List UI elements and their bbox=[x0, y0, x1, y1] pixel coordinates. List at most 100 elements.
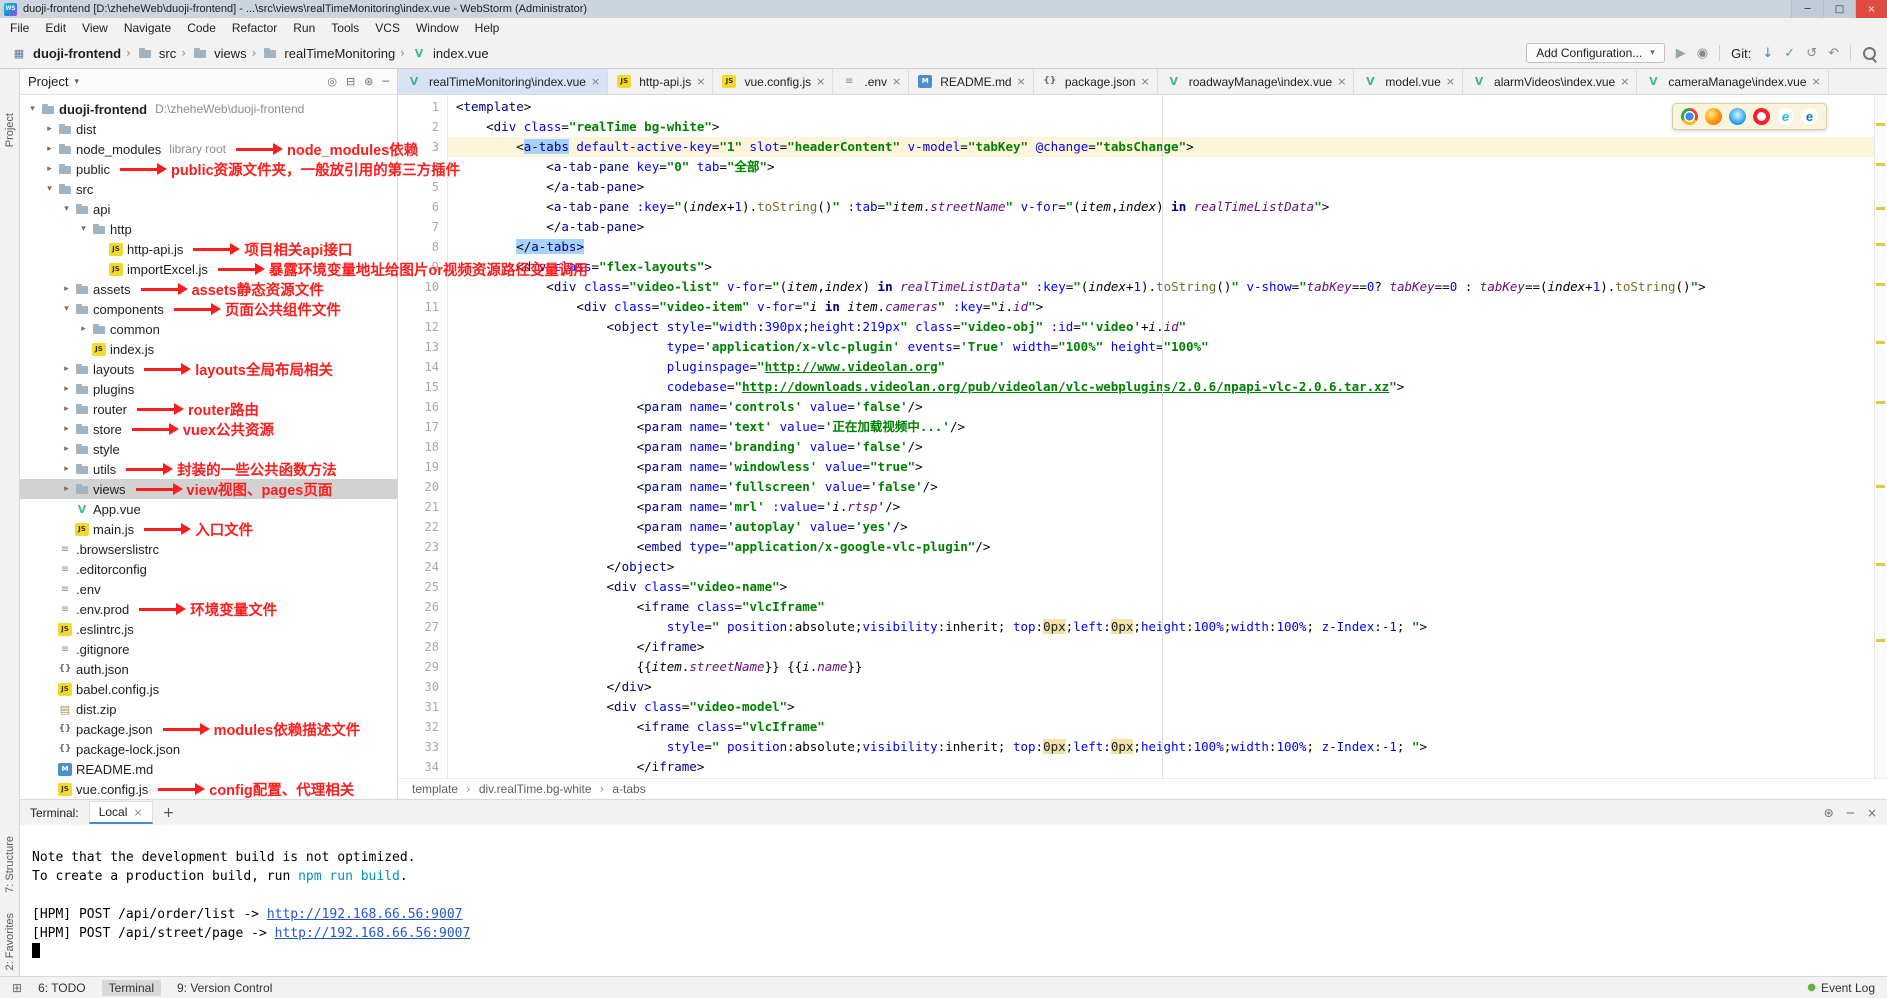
tree-item-package-lock.json[interactable]: {}package-lock.json bbox=[20, 739, 397, 759]
tree-item-src[interactable]: ▾src bbox=[20, 179, 397, 199]
tab-close-icon[interactable]: × bbox=[816, 75, 825, 88]
code-line-24[interactable]: </object> bbox=[448, 557, 1887, 577]
code-line-28[interactable]: </iframe> bbox=[448, 637, 1887, 657]
line-number[interactable]: 25 bbox=[398, 577, 439, 597]
search-everywhere-icon[interactable] bbox=[1862, 46, 1877, 61]
line-number[interactable]: 32 bbox=[398, 717, 439, 737]
breadcrumb-item-index.vue[interactable]: Vindex.vue bbox=[410, 46, 489, 61]
tree-item-.eslintrc.js[interactable]: JS.eslintrc.js bbox=[20, 619, 397, 639]
breadcrumb-item-realTimeMonitoring[interactable]: realTimeMonitoring bbox=[261, 46, 395, 61]
vcs-history-button[interactable]: ↺ bbox=[1806, 46, 1817, 61]
close-icon[interactable]: × bbox=[133, 806, 142, 819]
line-number[interactable]: 31 bbox=[398, 697, 439, 717]
line-number[interactable]: 29 bbox=[398, 657, 439, 677]
tree-item-http-api.js[interactable]: JShttp-api.js项目相关api接口 bbox=[20, 239, 397, 259]
code-line-31[interactable]: <div class="video-model"> bbox=[448, 697, 1887, 717]
tree-toggle-icon[interactable]: ▾ bbox=[77, 224, 90, 234]
code-line-10[interactable]: <div class="video-list" v-for="(item,ind… bbox=[448, 277, 1887, 297]
menu-item-tools[interactable]: Tools bbox=[323, 21, 367, 35]
statusbar-event-log[interactable]: ●Event Log bbox=[1807, 981, 1875, 995]
line-number[interactable]: 5 bbox=[398, 177, 439, 197]
code-line-14[interactable]: pluginspage="http://www.videolan.org" bbox=[448, 357, 1887, 377]
tree-toggle-icon[interactable]: ▸ bbox=[60, 284, 73, 294]
editor-tab-.env[interactable]: ≡.env× bbox=[833, 69, 909, 94]
statusbar-6-todo[interactable]: 6: TODO bbox=[38, 981, 86, 995]
line-number[interactable]: 23 bbox=[398, 537, 439, 557]
code-line-27[interactable]: style=" position:absolute;visibility:inh… bbox=[448, 617, 1887, 637]
safari-icon[interactable] bbox=[1729, 108, 1746, 125]
line-number[interactable]: 17 bbox=[398, 417, 439, 437]
menu-item-refactor[interactable]: Refactor bbox=[224, 21, 285, 35]
code-line-32[interactable]: <iframe class="vlcIframe" bbox=[448, 717, 1887, 737]
menu-item-edit[interactable]: Edit bbox=[37, 21, 74, 35]
tree-item-assets[interactable]: ▸assetsassets静态资源文件 bbox=[20, 279, 397, 299]
tree-item-node_modules[interactable]: ▸node_moduleslibrary rootnode_modules依赖 bbox=[20, 139, 397, 159]
tree-item-.env.prod[interactable]: ≡.env.prod环境变量文件 bbox=[20, 599, 397, 619]
tree-item-components[interactable]: ▾components页面公共组件文件 bbox=[20, 299, 397, 319]
run-button[interactable]: ▶ bbox=[1676, 46, 1686, 61]
maximize-button[interactable]: □ bbox=[1823, 0, 1855, 18]
editor-tab-realTimeMonitoring\index.vue[interactable]: VrealTimeMonitoring\index.vue× bbox=[398, 69, 608, 94]
tab-close-icon[interactable]: × bbox=[1337, 75, 1346, 88]
tree-toggle-icon[interactable]: ▸ bbox=[60, 404, 73, 414]
tree-toggle-icon[interactable]: ▸ bbox=[60, 424, 73, 434]
line-number[interactable]: 33 bbox=[398, 737, 439, 757]
debug-button[interactable]: ◉ bbox=[1697, 46, 1708, 61]
gear-icon[interactable]: ⊛ bbox=[1824, 806, 1834, 820]
tree-item-babel.config.js[interactable]: JSbabel.config.js bbox=[20, 679, 397, 699]
tab-close-icon[interactable]: × bbox=[1017, 75, 1026, 88]
code-breadcrumb-template[interactable]: template bbox=[412, 782, 458, 796]
code-editor[interactable]: 1234567891011121314151617181920212223242… bbox=[398, 95, 1887, 778]
tab-close-icon[interactable]: × bbox=[1141, 75, 1150, 88]
editor-tab-model.vue[interactable]: Vmodel.vue× bbox=[1354, 69, 1463, 94]
tree-item-dist[interactable]: ▸dist bbox=[20, 119, 397, 139]
tree-item-layouts[interactable]: ▸layoutslayouts全局布局相关 bbox=[20, 359, 397, 379]
code-line-34[interactable]: </iframe> bbox=[448, 757, 1887, 777]
tree-item-style[interactable]: ▸style bbox=[20, 439, 397, 459]
minimize-panel-icon[interactable]: ─ bbox=[1847, 806, 1854, 820]
line-number[interactable]: 12 bbox=[398, 317, 439, 337]
error-stripe[interactable] bbox=[1874, 95, 1887, 778]
menu-item-window[interactable]: Window bbox=[408, 21, 467, 35]
code-line-21[interactable]: <param name='mrl' :value='i.rtsp'/> bbox=[448, 497, 1887, 517]
terminal-link[interactable]: http://192.168.66.56:9007 bbox=[267, 907, 463, 922]
menu-item-vcs[interactable]: VCS bbox=[367, 21, 408, 35]
code-line-16[interactable]: <param name='controls' value='false'/> bbox=[448, 397, 1887, 417]
collapse-all-icon[interactable]: ⊟ bbox=[346, 75, 355, 88]
add-configuration-button[interactable]: Add Configuration... ▾ bbox=[1526, 43, 1665, 63]
editor-tab-README.md[interactable]: MREADME.md× bbox=[909, 69, 1034, 94]
minimize-button[interactable]: ─ bbox=[1791, 0, 1823, 18]
code-line-7[interactable]: </a-tab-pane> bbox=[448, 217, 1887, 237]
line-number[interactable]: 34 bbox=[398, 757, 439, 777]
tree-toggle-icon[interactable]: ▸ bbox=[43, 144, 56, 154]
code-line-17[interactable]: <param name='text' value='正在加载视频中...'/> bbox=[448, 417, 1887, 437]
tree-item-.env[interactable]: ≡.env bbox=[20, 579, 397, 599]
line-number[interactable]: 11 bbox=[398, 297, 439, 317]
tool-button-project[interactable]: Project bbox=[4, 113, 16, 147]
code-line-4[interactable]: <a-tab-pane key="0" tab="全部"> bbox=[448, 157, 1887, 177]
tree-toggle-icon[interactable]: ▸ bbox=[60, 384, 73, 394]
tool-button-7-structure[interactable]: 7: Structure bbox=[4, 836, 16, 893]
statusbar-terminal[interactable]: Terminal bbox=[102, 980, 161, 996]
tree-item-importExcel.js[interactable]: JSimportExcel.js暴露环境变量地址给图片or视频资源路径变量调用 bbox=[20, 259, 397, 279]
line-number[interactable]: 18 bbox=[398, 437, 439, 457]
locate-file-icon[interactable]: ◎ bbox=[327, 75, 337, 88]
chevron-down-icon[interactable]: ▾ bbox=[74, 77, 79, 87]
tree-toggle-icon[interactable]: ▸ bbox=[60, 484, 73, 494]
code-line-19[interactable]: <param name='windowless' value="true"> bbox=[448, 457, 1887, 477]
opera-icon[interactable] bbox=[1753, 108, 1770, 125]
project-panel-title[interactable]: Project bbox=[28, 74, 68, 89]
firefox-icon[interactable] bbox=[1705, 108, 1722, 125]
tree-toggle-icon[interactable]: ▾ bbox=[26, 104, 39, 114]
code-line-33[interactable]: style=" position:absolute;visibility:inh… bbox=[448, 737, 1887, 757]
editor-tab-alarmVideos\index.vue[interactable]: ValarmVideos\index.vue× bbox=[1463, 69, 1637, 94]
code-line-5[interactable]: </a-tab-pane> bbox=[448, 177, 1887, 197]
breadcrumb-item-duoji-frontend[interactable]: ▦duoji-frontend bbox=[10, 46, 121, 61]
tree-toggle-icon[interactable]: ▾ bbox=[60, 204, 73, 214]
new-terminal-button[interactable]: + bbox=[163, 805, 175, 821]
close-button[interactable]: × bbox=[1855, 0, 1887, 18]
vcs-update-button[interactable]: ↓ bbox=[1762, 46, 1773, 61]
chrome-icon[interactable] bbox=[1681, 108, 1698, 125]
code-line-6[interactable]: <a-tab-pane :key="(index+1).toString()" … bbox=[448, 197, 1887, 217]
menu-item-run[interactable]: Run bbox=[285, 21, 323, 35]
